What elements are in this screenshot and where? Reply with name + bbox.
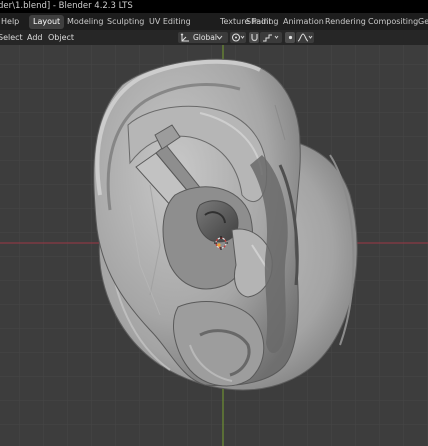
add-menu[interactable]: Add <box>27 30 43 45</box>
top-menubar: Help Layout Modeling Sculpting UV Editin… <box>0 13 428 30</box>
object-menu[interactable]: Object <box>48 30 74 45</box>
snap-icon <box>251 34 258 42</box>
help-menu[interactable]: Help <box>1 13 19 30</box>
select-menu[interactable]: Select <box>0 30 23 45</box>
chevron-down-icon <box>216 35 223 40</box>
transform-orientation-icon <box>180 33 189 42</box>
3d-viewport[interactable] <box>0 45 428 446</box>
snap-increment-icon <box>263 34 279 42</box>
pivot-point-icon <box>232 33 245 42</box>
tab-modeling[interactable]: Modeling <box>63 15 107 29</box>
tab-rendering[interactable]: Rendering <box>321 15 370 29</box>
tab-sculpting[interactable]: Sculpting <box>103 15 148 29</box>
viewport-header: Select Add Object Global <box>0 30 428 45</box>
window-titlebar: der\1.blend] - Blender 4.2.3 LTS <box>0 0 428 13</box>
viewport-canvas[interactable] <box>0 45 428 446</box>
proportional-editing-icon <box>288 35 293 40</box>
tab-shading[interactable]: Shading <box>242 15 283 29</box>
falloff-curve-icon <box>297 33 313 42</box>
tab-layout[interactable]: Layout <box>29 15 65 29</box>
transform-orientation-value: Global <box>193 33 217 42</box>
tab-geometry-nodes[interactable]: Ge <box>414 15 428 29</box>
window-title: der\1.blend] - Blender 4.2.3 LTS <box>0 1 133 11</box>
tab-uv-editing[interactable]: UV Editing <box>145 15 195 29</box>
